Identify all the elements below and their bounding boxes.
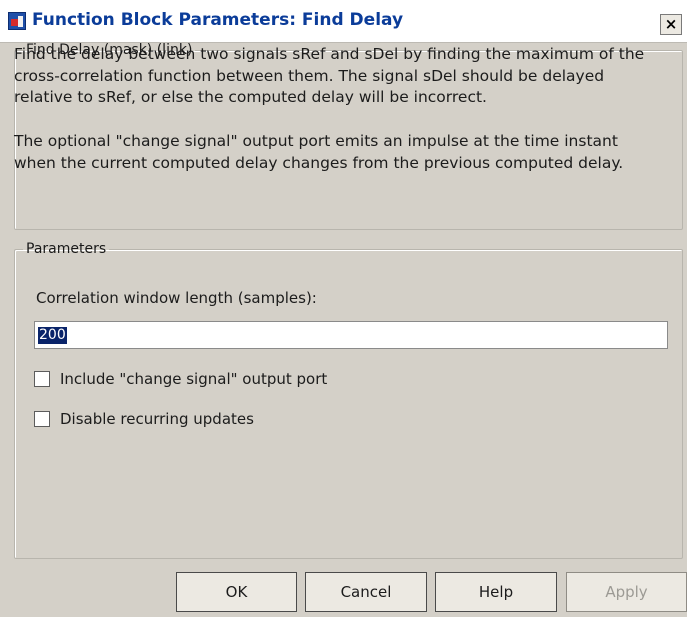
close-button[interactable]: ×	[660, 14, 682, 35]
apply-button[interactable]: Apply	[566, 572, 687, 612]
dialog-window: Function Block Parameters: Find Delay × …	[0, 0, 687, 617]
help-button[interactable]: Help	[435, 572, 557, 612]
title-bar[interactable]: Function Block Parameters: Find Delay ×	[0, 0, 687, 43]
cancel-button[interactable]: Cancel	[305, 572, 427, 612]
simulink-app-icon	[8, 12, 26, 30]
description-paragraph-2: The optional "change signal" output port…	[14, 132, 624, 172]
disable-recurring-updates-checkbox[interactable]	[34, 411, 50, 427]
correlation-window-value[interactable]: 200	[38, 327, 67, 344]
parameters-legend: Parameters	[26, 241, 107, 257]
include-change-signal-label[interactable]: Include "change signal" output port	[60, 370, 327, 388]
description-paragraph-1: Find the delay between two signals sRef …	[14, 45, 645, 106]
include-change-signal-checkbox[interactable]	[34, 371, 50, 387]
window-title: Function Block Parameters: Find Delay	[32, 10, 404, 30]
disable-recurring-updates-label[interactable]: Disable recurring updates	[60, 410, 254, 428]
correlation-window-input[interactable]	[34, 321, 668, 349]
correlation-window-label: Correlation window length (samples):	[36, 289, 317, 307]
ok-button[interactable]: OK	[176, 572, 297, 612]
